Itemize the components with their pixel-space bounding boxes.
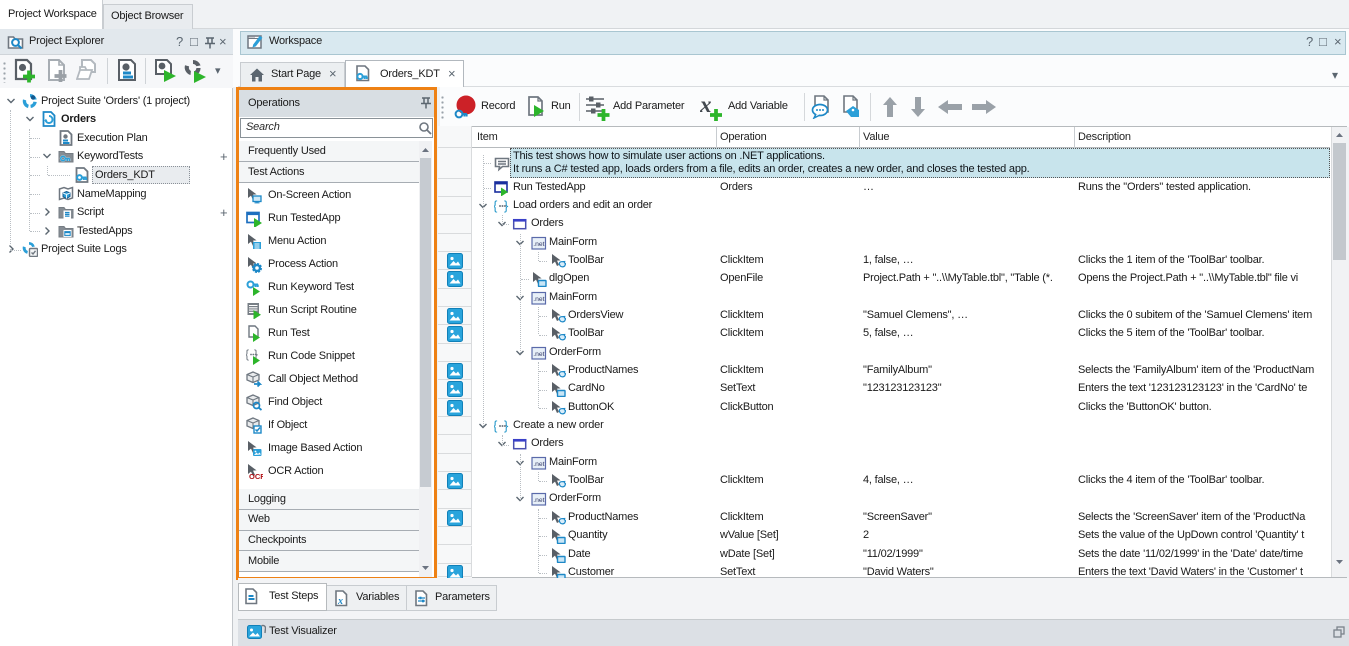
svg-text:x: x [700,95,712,117]
svg-text:.net: .net [533,461,544,468]
svg-text:.net: .net [533,497,544,504]
svg-text:{: { [246,348,249,361]
svg-text:.net: .net [533,350,544,357]
svg-text:{: { [494,418,498,433]
svg-text:{: { [494,198,498,213]
svg-text:.net: .net [533,295,544,302]
svg-text:.net: .net [533,240,544,247]
svg-text:x: x [337,596,343,607]
svg-text:OCR: OCR [249,472,263,480]
